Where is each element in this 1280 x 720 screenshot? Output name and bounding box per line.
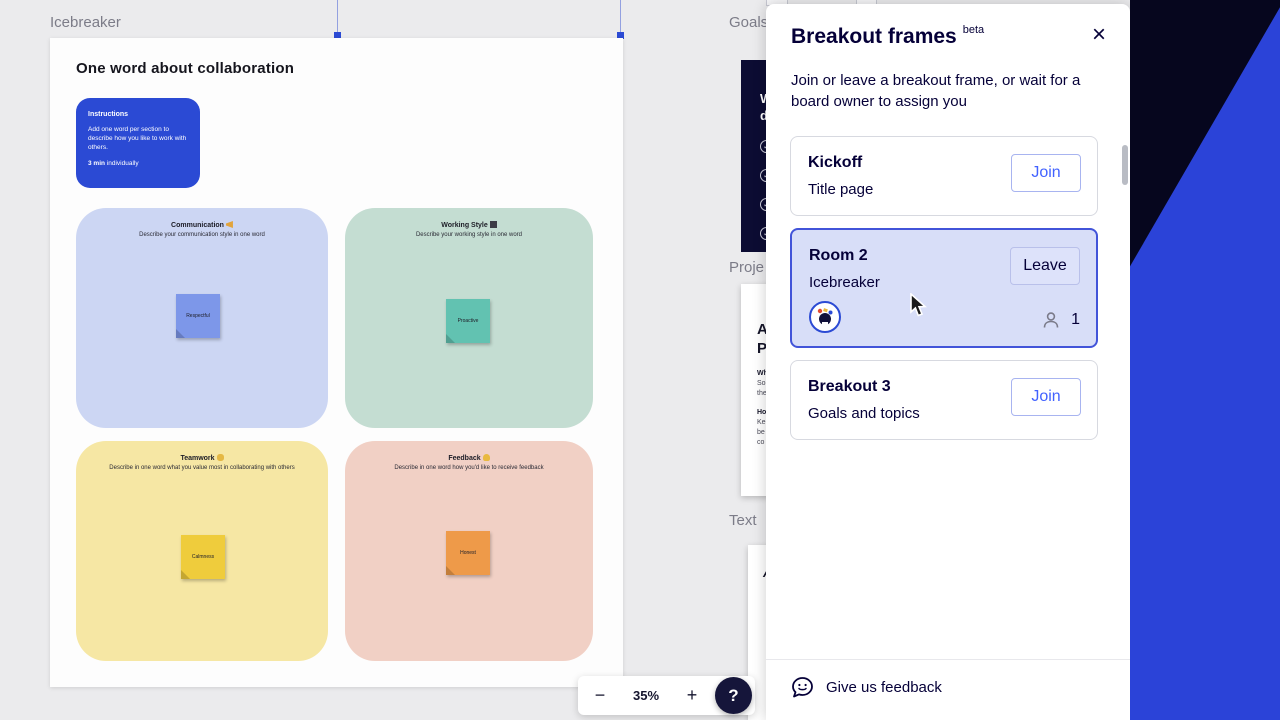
board-title: One word about collaboration — [76, 60, 294, 77]
quadrant-title: Teamwork — [180, 455, 214, 462]
handshake-icon — [217, 454, 224, 461]
instructions-duration: 3 min individually — [88, 160, 188, 167]
frame-label-icebreaker[interactable]: Icebreaker — [50, 14, 121, 31]
room-card-breakout-3: Breakout 3 Goals and topics Join — [790, 360, 1098, 440]
sticky-note[interactable]: Honest — [446, 531, 490, 575]
quadrant-subtitle: Describe in one word how you'd like to r… — [345, 465, 593, 471]
leave-button[interactable]: Leave — [1010, 247, 1080, 285]
zoom-in-button[interactable]: + — [670, 685, 714, 706]
quadrant-title: Feedback — [448, 455, 480, 462]
sticky-note[interactable]: Calmness — [181, 535, 225, 579]
instructions-card[interactable]: Instructions Add one word per section to… — [76, 98, 200, 188]
panel-description: Join or leave a breakout frame, or wait … — [791, 70, 1087, 112]
panel-divider — [766, 659, 1130, 660]
quadrant-title: Communication — [171, 222, 224, 229]
mouse-cursor — [908, 293, 930, 319]
quadrant-title: Working Style — [441, 222, 488, 229]
avatar — [809, 301, 841, 333]
join-button[interactable]: Join — [1011, 378, 1081, 416]
person-icon — [1041, 310, 1061, 330]
frame-label-goals[interactable]: Goals — [729, 14, 768, 31]
participants: 1 — [1041, 310, 1080, 330]
give-feedback-button[interactable]: Give us feedback — [791, 676, 942, 699]
help-button[interactable]: ? — [715, 677, 752, 714]
selection-line — [337, 0, 338, 35]
quadrant-subtitle: Describe your working style in one word — [345, 232, 593, 238]
quadrant-subtitle: Describe your communication style in one… — [76, 232, 328, 238]
join-button[interactable]: Join — [1011, 154, 1081, 192]
right-decorative-strip — [1130, 0, 1280, 720]
room-card-room-2: Room 2 Icebreaker Leave 1 — [790, 228, 1098, 348]
icebreaker-frame[interactable]: One word about collaboration Instruction… — [50, 38, 623, 687]
beta-badge: beta — [963, 24, 984, 36]
laptop-icon — [490, 221, 497, 228]
selection-line — [620, 0, 621, 35]
close-icon[interactable]: × — [1092, 24, 1106, 46]
instructions-body: Add one word per section to describe how… — [88, 125, 188, 152]
breakout-frames-panel: Breakout frames beta × Join or leave a br… — [766, 4, 1130, 720]
room-card-kickoff: Kickoff Title page Join — [790, 136, 1098, 216]
instructions-heading: Instructions — [88, 111, 188, 118]
panel-title: Breakout frames — [791, 25, 957, 48]
frame-label-text[interactable]: Text — [729, 512, 757, 529]
blue-diagonal-shape — [1130, 0, 1280, 720]
avatar-illustration — [814, 306, 836, 328]
sticky-note[interactable]: Proactive — [446, 299, 490, 343]
frame-label-projects[interactable]: Proje — [729, 259, 764, 276]
sticky-note[interactable]: Respectful — [176, 294, 220, 338]
panel-scrollbar[interactable] — [1122, 145, 1128, 185]
zoom-level[interactable]: 35% — [622, 688, 670, 703]
participant-count: 1 — [1071, 311, 1080, 329]
thumbs-up-icon — [483, 454, 490, 461]
feedback-smiley-icon — [791, 676, 814, 699]
quadrant-subtitle: Describe in one word what you value most… — [76, 465, 328, 471]
megaphone-icon — [226, 221, 233, 228]
feedback-label: Give us feedback — [826, 679, 942, 696]
zoom-out-button[interactable]: − — [578, 685, 622, 706]
